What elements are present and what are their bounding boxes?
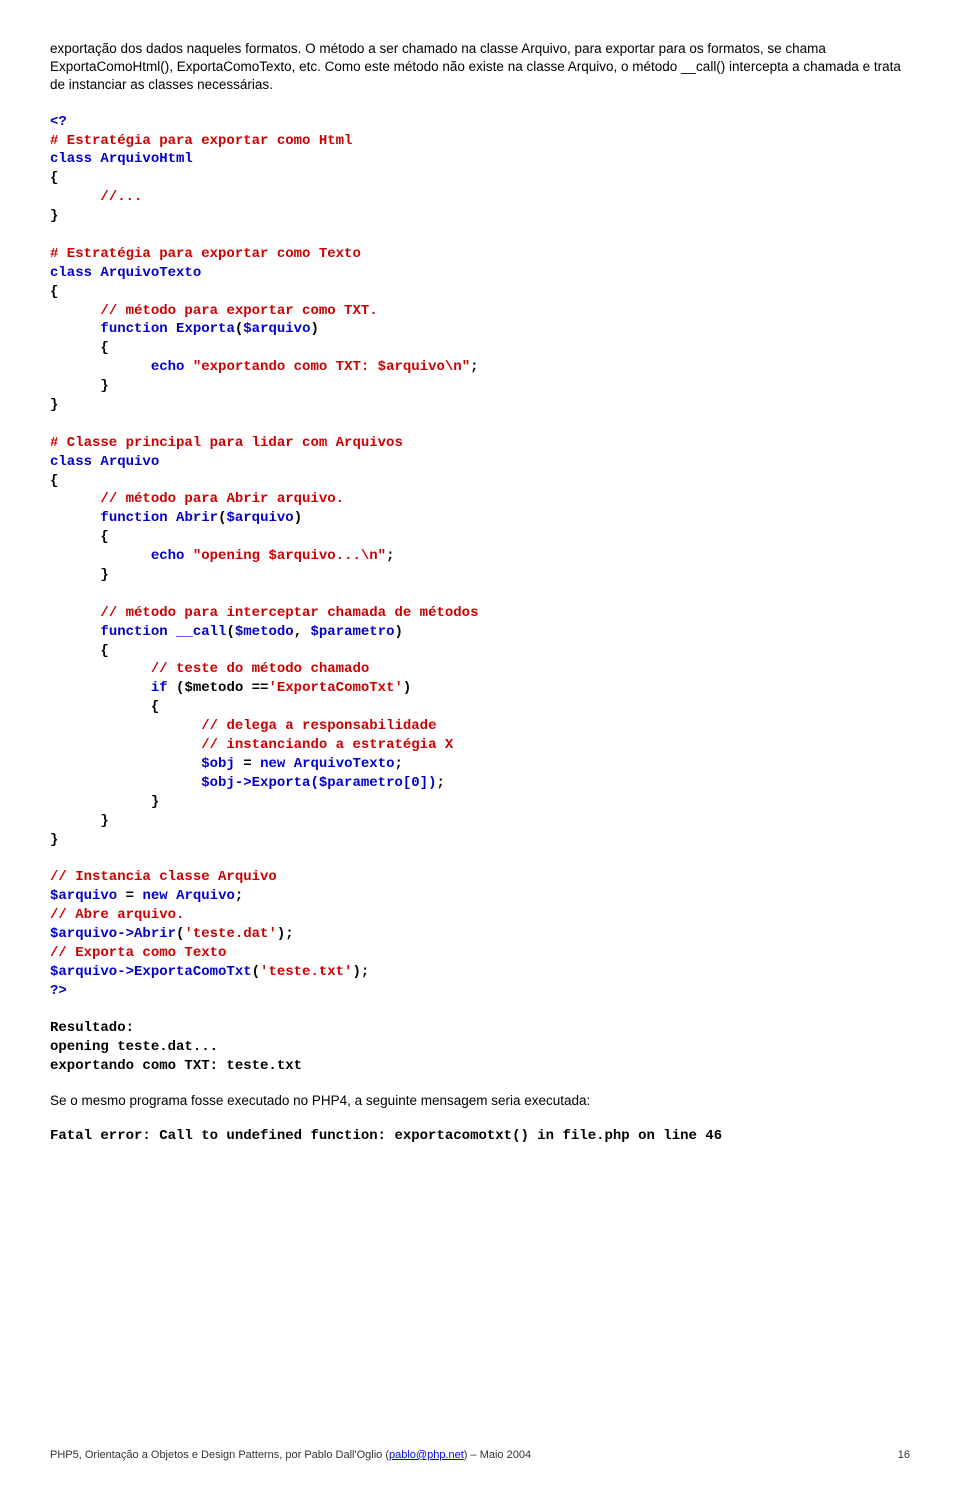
footer-email-link[interactable]: pablo@php.net xyxy=(389,1449,464,1461)
output-line-1: opening teste.dat... xyxy=(50,1039,218,1055)
resultado-heading: Resultado: xyxy=(50,1020,134,1036)
output-line-2: exportando como TXT: teste.txt xyxy=(50,1058,302,1074)
outro-paragraph: Se o mesmo programa fosse executado no P… xyxy=(50,1092,910,1110)
fatal-error-line: Fatal error: Call to undefined function:… xyxy=(50,1128,910,1144)
intro-paragraph: exportação dos dados naqueles formatos. … xyxy=(50,40,910,95)
code-block: <? # Estratégia para exportar como Html … xyxy=(50,113,910,1076)
page-number: 16 xyxy=(898,1449,910,1461)
footer-text-a: PHP5, Orientação a Objetos e Design Patt… xyxy=(50,1449,389,1461)
footer-text-b: ) – Maio 2004 xyxy=(464,1449,531,1461)
page-footer: PHP5, Orientação a Objetos e Design Patt… xyxy=(50,1449,910,1461)
